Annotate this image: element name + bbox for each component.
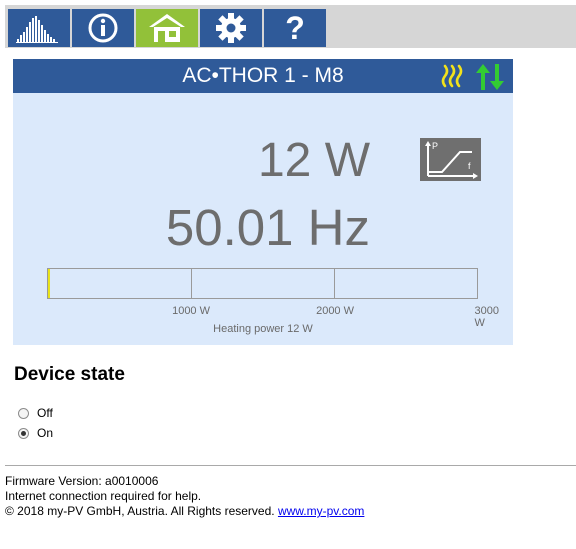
radio-off-button[interactable] — [18, 407, 29, 419]
radio-on-button[interactable] — [18, 427, 29, 439]
power-frequency-ramp-icon: P f — [420, 138, 481, 181]
footer-divider — [5, 465, 576, 466]
radio-on-label: On — [37, 426, 54, 440]
heating-power-label: Heating power 12 W — [213, 323, 313, 335]
frequency-value: 50.01 Hz — [165, 199, 370, 256]
up-down-arrows-icon — [476, 64, 504, 90]
tab-info[interactable] — [72, 9, 134, 47]
radio-off-label: Off — [37, 406, 53, 420]
mode-icon-p-label: P — [432, 141, 438, 151]
tab-settings[interactable] — [200, 9, 262, 47]
bar-divider — [191, 269, 192, 298]
home-icon — [149, 14, 185, 42]
power-value: 12 W — [257, 134, 370, 187]
heating-power-fill — [48, 269, 50, 298]
device-panel: AC•THOR 1 - M8 12 W 50.01 Hz P f 1000 W … — [13, 59, 513, 345]
heat-waves-icon — [441, 64, 463, 88]
mode-icon-f-label: f — [468, 161, 471, 171]
heating-power-bar — [47, 268, 478, 299]
tab-home[interactable] — [136, 9, 198, 47]
radio-off[interactable]: Off — [18, 406, 53, 420]
website-link[interactable]: www.my-pv.com — [278, 504, 364, 518]
help-icon: ? — [285, 9, 305, 46]
tick-label: 1000 W — [172, 305, 210, 317]
radio-on[interactable]: On — [18, 426, 53, 440]
copyright-line: © 2018 my-PV GmbH, Austria. All Rights r… — [5, 504, 364, 518]
device-title: AC•THOR 1 - M8 — [182, 64, 344, 87]
top-toolbar: ? — [5, 5, 576, 48]
help-note: Internet connection required for help. — [5, 489, 202, 503]
chart-icon — [16, 16, 58, 43]
copyright-text: © 2018 my-PV GmbH, Austria. All Rights r… — [5, 504, 275, 518]
bar-divider — [334, 269, 335, 298]
device-state-title: Device state — [14, 364, 125, 385]
tab-statistics[interactable] — [8, 9, 70, 47]
info-icon — [88, 13, 118, 43]
tick-label: 2000 W — [316, 305, 354, 317]
tab-help[interactable]: ? — [264, 9, 326, 47]
gear-icon — [216, 13, 246, 43]
firmware-version: Firmware Version: a0010006 — [5, 474, 159, 488]
device-header: AC•THOR 1 - M8 — [13, 59, 513, 93]
